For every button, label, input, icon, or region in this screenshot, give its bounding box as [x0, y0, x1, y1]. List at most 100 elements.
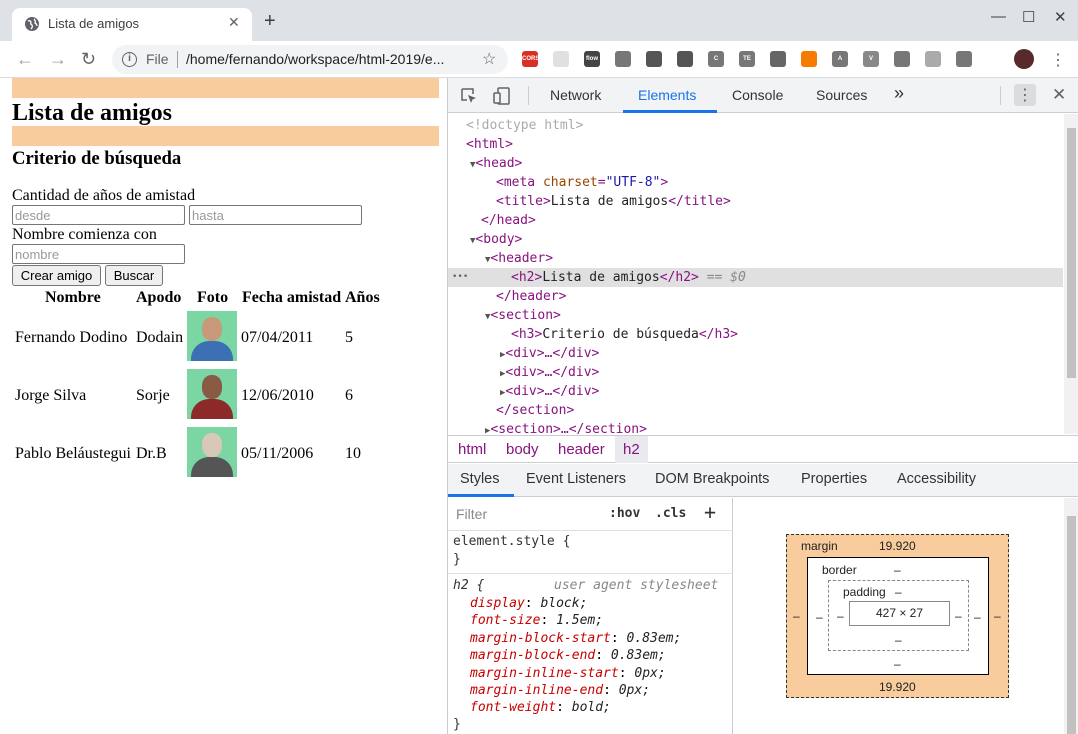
crumb-html[interactable]: html — [458, 441, 486, 458]
dom-line[interactable]: <!doctype html> — [448, 116, 1063, 135]
dom-line[interactable]: </header> — [448, 287, 1063, 306]
devtools-close-icon[interactable]: ✕ — [1052, 85, 1066, 105]
css-declaration[interactable]: margin-block-end: 0.83em; — [470, 647, 666, 665]
collapsed-triangle-icon[interactable]: ▶ — [448, 426, 490, 434]
css-property-value[interactable]: 0px; — [619, 683, 650, 698]
dom-scrollbar[interactable] — [1064, 114, 1078, 434]
collapsed-triangle-icon[interactable]: ▶ — [448, 388, 505, 398]
dom-line-selected[interactable]: ••• <h2>Lista de amigos</h2> == $0 — [448, 268, 1063, 287]
dom-line[interactable]: ▶<div>…</div> — [448, 363, 1063, 382]
tab-network[interactable]: Network — [550, 87, 601, 103]
browser-tab[interactable]: Lista de amigos ✕ — [12, 8, 252, 41]
css-property-value[interactable]: block; — [540, 596, 587, 611]
tab-close-icon[interactable]: ✕ — [228, 14, 240, 31]
tab-dom-breakpoints[interactable]: DOM Breakpoints — [655, 471, 769, 487]
css-declaration[interactable]: margin-block-start: 0.83em; — [470, 630, 681, 648]
chrome-menu-icon[interactable]: ⋮ — [1050, 50, 1066, 70]
tab-event-listeners[interactable]: Event Listeners — [526, 471, 626, 487]
dom-line[interactable]: ▶<div>…</div> — [448, 344, 1063, 363]
url-text[interactable]: /home/fernando/workspace/html-2019/e... — [186, 51, 444, 67]
scrollbar-thumb[interactable] — [1067, 128, 1076, 378]
doc-extension-icon[interactable] — [956, 51, 972, 67]
crumb-body[interactable]: body — [506, 441, 539, 458]
box-model-content[interactable]: 427 × 27 — [849, 601, 950, 626]
cls-toggle[interactable]: .cls — [655, 506, 686, 521]
tab-sources[interactable]: Sources — [816, 87, 867, 103]
c-extension-icon[interactable]: C — [708, 51, 724, 67]
dom-line[interactable]: ▼<head> — [448, 154, 1063, 173]
tab-console[interactable]: Console — [732, 87, 783, 103]
v-extension-icon[interactable]: V — [863, 51, 879, 67]
dom-line[interactable]: ▼<body> — [448, 230, 1063, 249]
info-icon[interactable]: i — [122, 52, 137, 67]
css-property-value[interactable]: 0.83em; — [611, 648, 666, 663]
dom-line[interactable]: ▼<section> — [448, 306, 1063, 325]
search-button[interactable]: Buscar — [105, 265, 163, 286]
dom-line[interactable]: <html> — [448, 135, 1063, 154]
dom-line[interactable]: ▶<div>…</div> — [448, 382, 1063, 401]
css-property-value[interactable]: 0px; — [634, 666, 665, 681]
css-property-name[interactable]: font-weight — [470, 700, 556, 715]
expand-triangle-icon[interactable]: ▼ — [448, 160, 475, 170]
devtools-menu-icon[interactable]: ⋮ — [1014, 84, 1036, 106]
css-property-value[interactable]: bold; — [572, 700, 611, 715]
reload-button[interactable]: ↻ — [81, 49, 96, 70]
qr-extension-icon[interactable] — [553, 51, 569, 67]
flow-extension-icon[interactable]: flow — [584, 51, 600, 67]
css-declaration[interactable]: font-weight: bold; — [470, 699, 611, 717]
dom-line[interactable]: ▶<section>…</section> — [448, 420, 1063, 434]
minimize-button[interactable]: — — [991, 8, 1006, 25]
scrollbar-thumb[interactable] — [1067, 516, 1076, 734]
css-declaration[interactable]: margin-inline-start: 0px; — [470, 665, 666, 683]
maximize-button[interactable]: ☐ — [1022, 8, 1035, 26]
crumb-h2[interactable]: h2 — [615, 436, 648, 463]
tab-elements[interactable]: Elements — [638, 87, 696, 103]
bulb-extension-icon[interactable] — [894, 51, 910, 67]
timer-extension-icon[interactable] — [925, 51, 941, 67]
create-friend-button[interactable]: Crear amigo — [12, 265, 101, 286]
crumb-header[interactable]: header — [558, 441, 605, 458]
te-extension-icon[interactable]: TE — [739, 51, 755, 67]
expand-triangle-icon[interactable]: ▼ — [448, 312, 490, 322]
tab-styles[interactable]: Styles — [460, 471, 500, 487]
cors-extension-icon[interactable]: CORS — [522, 51, 539, 67]
years-to-input[interactable]: hasta — [189, 205, 362, 225]
dom-line[interactable]: <h3>Criterio de búsqueda</h3> — [448, 325, 1063, 344]
styles-scrollbar[interactable] — [1064, 498, 1078, 734]
css-property-name[interactable]: margin-block-start — [470, 631, 611, 646]
vue-devtools-icon[interactable] — [615, 51, 631, 67]
tab-accessibility[interactable]: Accessibility — [897, 471, 976, 487]
forward-button[interactable]: → — [49, 49, 67, 70]
box-model-border[interactable]: border – – – – padding – – – – 427 × 27 — [807, 557, 989, 675]
collapsed-triangle-icon[interactable]: ▶ — [448, 350, 505, 360]
styles-filter-input[interactable]: Filter — [452, 502, 596, 526]
css-property-name[interactable]: margin-inline-start — [470, 666, 619, 681]
orange-extension-icon[interactable] — [801, 51, 817, 67]
cube-extension-icon[interactable] — [646, 51, 662, 67]
box-model-margin[interactable]: margin 19.920 – – 19.920 border – – – – … — [786, 534, 1009, 698]
expand-triangle-icon[interactable]: ▼ — [448, 255, 490, 265]
inspect-element-icon[interactable] — [460, 87, 478, 105]
new-tab-button[interactable]: + — [264, 10, 276, 33]
back-button[interactable]: ← — [16, 49, 34, 70]
css-property-name[interactable]: margin-block-end — [470, 648, 595, 663]
css-property-name[interactable]: margin-inline-end — [470, 683, 603, 698]
css-property-name[interactable]: display — [470, 596, 525, 611]
dom-line[interactable]: <meta charset="UTF-8"> — [448, 173, 1063, 192]
collapsed-triangle-icon[interactable]: ▶ — [448, 369, 505, 379]
dom-line[interactable]: </head> — [448, 211, 1063, 230]
element-style-selector[interactable]: element.style { — [453, 533, 570, 551]
gutter-dots-icon[interactable]: ••• — [452, 268, 468, 287]
name-input[interactable]: nombre — [12, 244, 185, 264]
dom-line[interactable]: <title>Lista de amigos</title> — [448, 192, 1063, 211]
dom-line[interactable]: ▼<header> — [448, 249, 1063, 268]
css-property-name[interactable]: font-size — [470, 613, 540, 628]
h2-rule-selector[interactable]: h2 { — [453, 577, 484, 595]
grid-extension-icon[interactable] — [677, 51, 693, 67]
bookmark-star-icon[interactable]: ☆ — [482, 49, 496, 69]
hov-toggle[interactable]: :hov — [609, 506, 640, 521]
expand-triangle-icon[interactable]: ▼ — [448, 236, 475, 246]
css-declaration[interactable]: font-size: 1.5em; — [470, 612, 603, 630]
tab-properties[interactable]: Properties — [801, 471, 867, 487]
css-property-value[interactable]: 0.83em; — [627, 631, 682, 646]
